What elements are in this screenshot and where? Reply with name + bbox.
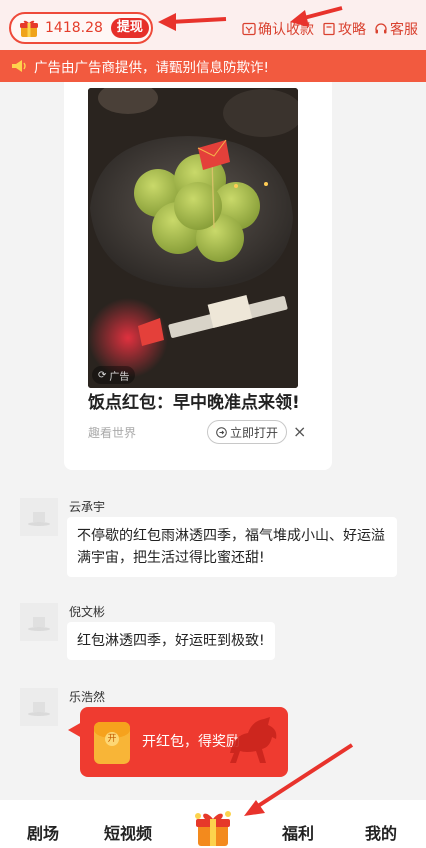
guide-link[interactable]: 攻略 <box>322 19 366 39</box>
gift-icon <box>20 20 38 37</box>
megaphone-icon <box>12 60 26 72</box>
confirm-receipt-link[interactable]: 确认收款 <box>242 19 314 39</box>
avatar-placeholder-icon <box>20 498 58 536</box>
nav-mine[interactable]: 我的 <box>365 820 397 844</box>
avatar-placeholder-icon <box>20 688 58 726</box>
ad-image[interactable]: ⟳ 广告 <box>88 88 298 388</box>
comment-author: 倪文彬 <box>69 605 106 619</box>
fraud-notice-banner: 广告由广告商提供，请甄别信息防欺诈! <box>0 50 426 82</box>
red-packet-coin: 开 <box>105 732 119 746</box>
balance-pill[interactable]: 1418.28 提现 <box>9 12 153 44</box>
receipt-icon <box>242 22 256 36</box>
notice-text: 广告由广告商提供，请甄别信息防欺诈! <box>34 60 269 76</box>
nav-theater[interactable]: 剧场 <box>27 820 59 844</box>
open-red-packet-popup[interactable]: 开 开红包，得奖励 <box>80 707 288 777</box>
comment-text: 红包淋透四季，好运旺到极致! <box>67 622 275 660</box>
open-now-label: 立即打开 <box>230 425 279 440</box>
headset-icon <box>375 23 387 34</box>
ad-title[interactable]: 饭点红包：早中晚准点来领! <box>88 388 300 413</box>
comment-item: 倪文彬 红包淋透四季，好运旺到极致! <box>0 600 426 660</box>
guide-label: 攻略 <box>338 22 366 38</box>
nav-short-video[interactable]: 短视频 <box>104 820 152 844</box>
book-icon <box>323 22 335 36</box>
avatar[interactable] <box>20 603 58 641</box>
ad-source: 趣看世界 <box>88 426 137 440</box>
balance-amount: 1418.28 <box>45 20 103 36</box>
customer-service-label: 客服 <box>390 22 418 38</box>
comment-author: 云承宇 <box>69 500 106 514</box>
top-links: 确认收款 攻略 客服 <box>234 19 418 39</box>
ad-badge-icon: ⟳ <box>98 369 107 381</box>
horse-icon <box>230 717 277 763</box>
comment-author: 乐浩然 <box>69 690 106 704</box>
avatar[interactable] <box>20 688 58 726</box>
close-ad-button[interactable]: × <box>293 422 306 441</box>
ad-badge-label: 广告 <box>109 371 130 383</box>
comment-text: 不停歇的红包雨淋透四季，福气堆成小山、好运溢满宇宙，把生活过得比蜜还甜! <box>67 517 397 577</box>
customer-service-link[interactable]: 客服 <box>374 19 418 39</box>
withdraw-button[interactable]: 提现 <box>110 18 149 38</box>
open-now-button[interactable]: 立即打开 <box>207 420 288 444</box>
matcha-dessert-image <box>88 88 298 388</box>
red-packet-icon: 开 <box>94 722 130 764</box>
comment-item: 云承宇 不停歇的红包雨淋透四季，福气堆成小山、好运溢满宇宙，把生活过得比蜜还甜! <box>0 495 426 577</box>
avatar[interactable] <box>20 498 58 536</box>
gift-box-icon[interactable] <box>192 806 234 848</box>
ad-card[interactable]: ⟳ 广告 饭点红包：早中晚准点来领! 趣看世界 立即打开 × <box>64 82 332 470</box>
ad-badge: ⟳ 广告 <box>92 366 136 384</box>
confirm-receipt-label: 确认收款 <box>258 22 314 38</box>
avatar-placeholder-icon <box>20 603 58 641</box>
top-bar: 1418.28 提现 确认收款 攻略 客服 <box>0 0 426 50</box>
nav-benefits[interactable]: 福利 <box>282 820 314 844</box>
open-arrow-icon <box>216 426 227 438</box>
